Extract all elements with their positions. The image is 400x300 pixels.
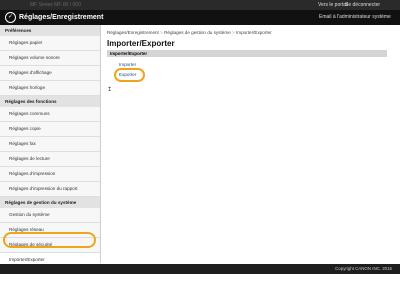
back-to-top-icon[interactable]: ↥ [107, 86, 112, 93]
sidebar-item-paper[interactable]: Réglages papier [0, 36, 100, 51]
sidebar-item-report[interactable]: Réglages d'impression du rapport [0, 182, 100, 197]
importer-link[interactable]: Importer [119, 62, 136, 67]
sidebar-item-scan[interactable]: Réglages de lecture [0, 152, 100, 167]
sidebar-section-preferences: Préférences [0, 25, 100, 36]
logout-link[interactable]: Se déconnecter [345, 0, 380, 10]
sidebar-section-functions: Réglages des fonctions [0, 96, 100, 107]
top-utility-bar: MF Series MF 00 / 000 Vers le portail Se… [0, 0, 400, 10]
breadcrumb-item: Importer/Exporter [236, 30, 272, 35]
app-titlebar: ✓ Réglages/Enregistrement Email à l'admi… [0, 10, 400, 25]
settings-icon: ✓ [5, 12, 16, 23]
sidebar-item-volume[interactable]: Réglages volume sonore [0, 51, 100, 66]
sidebar-item-clock[interactable]: Réglages horloge [0, 81, 100, 96]
sidebar-highlight-ring [3, 232, 96, 248]
sidebar: Préférences Réglages papier Réglages vol… [0, 25, 101, 283]
sidebar-item-system-management[interactable]: Gestion du système [0, 208, 100, 223]
mail-admin-link[interactable]: Email à l'administrateur système [319, 10, 391, 25]
panel-header: Importer/Exporter [107, 50, 387, 57]
breadcrumb-item[interactable]: Réglages de gestion du système [164, 30, 231, 35]
page-bottom-margin [0, 274, 400, 300]
sidebar-item-print[interactable]: Réglages d'impression [0, 167, 100, 182]
sidebar-section-system: Réglages de gestion du système [0, 197, 100, 208]
portal-link[interactable]: Vers le portail [318, 0, 348, 10]
footer: Copyright CANON INC. 2015 [0, 264, 400, 274]
breadcrumb: Réglages/Enregistrement > Réglages de ge… [107, 28, 392, 37]
main-content: Réglages/Enregistrement > Réglages de ge… [107, 28, 392, 93]
sidebar-item-fax[interactable]: Réglages fax [0, 137, 100, 152]
device-model: MF Series MF 00 / 000 [30, 2, 81, 8]
content-heading: Importer/Exporter [107, 39, 175, 48]
breadcrumb-item[interactable]: Réglages/Enregistrement [107, 30, 159, 35]
sidebar-item-copy[interactable]: Réglages copie [0, 122, 100, 137]
page-title: Réglages/Enregistrement [19, 14, 104, 21]
exporter-highlight-ring [114, 68, 145, 82]
sidebar-item-common[interactable]: Réglages communs [0, 107, 100, 122]
copyright: Copyright CANON INC. 2015 [335, 266, 392, 271]
sidebar-item-display[interactable]: Réglages d'affichage [0, 66, 100, 81]
